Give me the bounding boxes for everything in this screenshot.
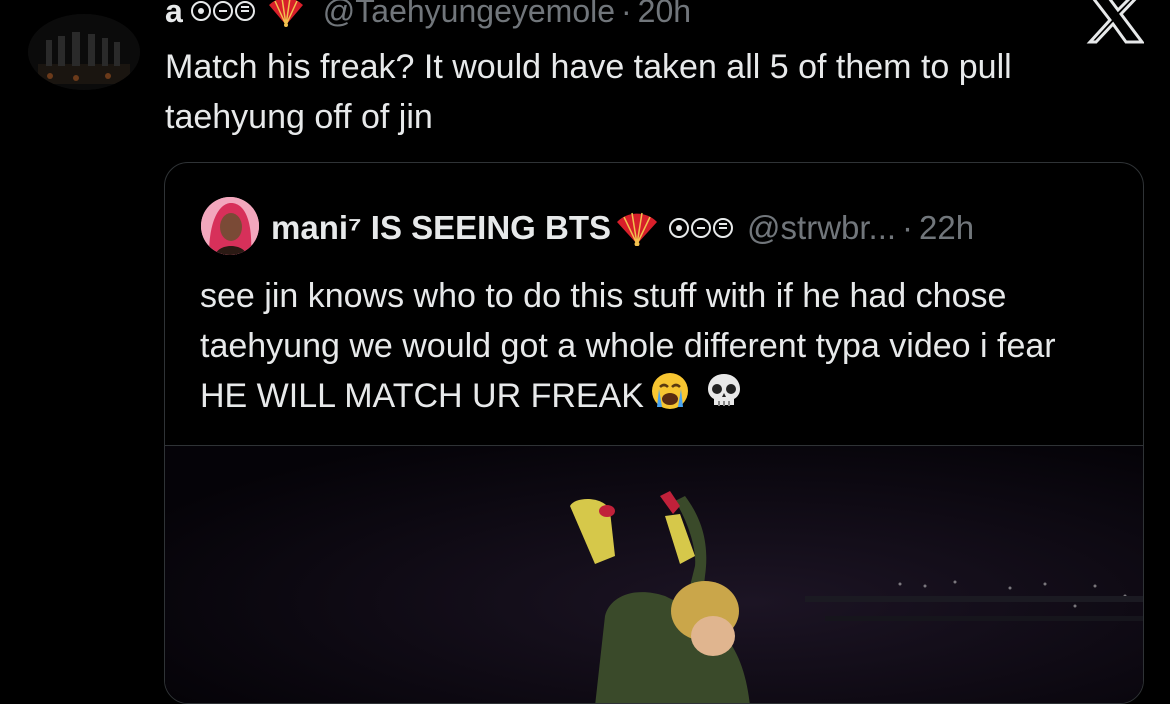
- circle-equals-icon: [234, 1, 255, 21]
- quote-author-handle[interactable]: @strwbr...: [747, 209, 896, 247]
- dot-separator: ·: [621, 0, 632, 29]
- tweet-header: a @Taehyungeyemole · 20h: [165, 0, 691, 36]
- quote-author-avatar[interactable]: [201, 197, 259, 255]
- circle-dot-icon: [669, 218, 690, 238]
- fan-icon: [615, 210, 659, 246]
- quote-author-name[interactable]: mani⁷ IS SEEING BTS: [271, 209, 611, 247]
- quote-author-badges: [669, 218, 734, 238]
- quote-text-body: see jin knows who to do this stuff with …: [200, 277, 1056, 415]
- quote-media-video[interactable]: [165, 445, 1143, 703]
- dot-separator: ·: [902, 209, 914, 246]
- quote-time[interactable]: 22h: [919, 209, 974, 247]
- circle-minus-icon: [691, 218, 712, 238]
- skull-icon: [704, 371, 744, 425]
- author-handle[interactable]: @Taehyungeyemole: [323, 0, 615, 30]
- x-logo-icon[interactable]: [1086, 0, 1145, 44]
- author-badges: [190, 1, 255, 21]
- circle-equals-icon: [713, 218, 734, 238]
- circle-minus-icon: [212, 1, 233, 21]
- fan-icon: [267, 0, 305, 27]
- author-name[interactable]: a: [165, 0, 183, 30]
- quote-header: mani⁷ IS SEEING BTS @strwbr... · 22h: [271, 203, 974, 253]
- author-avatar[interactable]: [28, 14, 140, 90]
- quote-text: see jin knows who to do this stuff with …: [200, 271, 1100, 425]
- tweet-text: Match his freak? It would have taken all…: [165, 48, 1012, 136]
- crying-face-icon: [650, 371, 690, 425]
- circle-dot-icon: [190, 1, 211, 21]
- tweet-time[interactable]: 20h: [638, 0, 691, 30]
- quote-tweet-card[interactable]: mani⁷ IS SEEING BTS @strwbr... · 22h see…: [164, 162, 1144, 704]
